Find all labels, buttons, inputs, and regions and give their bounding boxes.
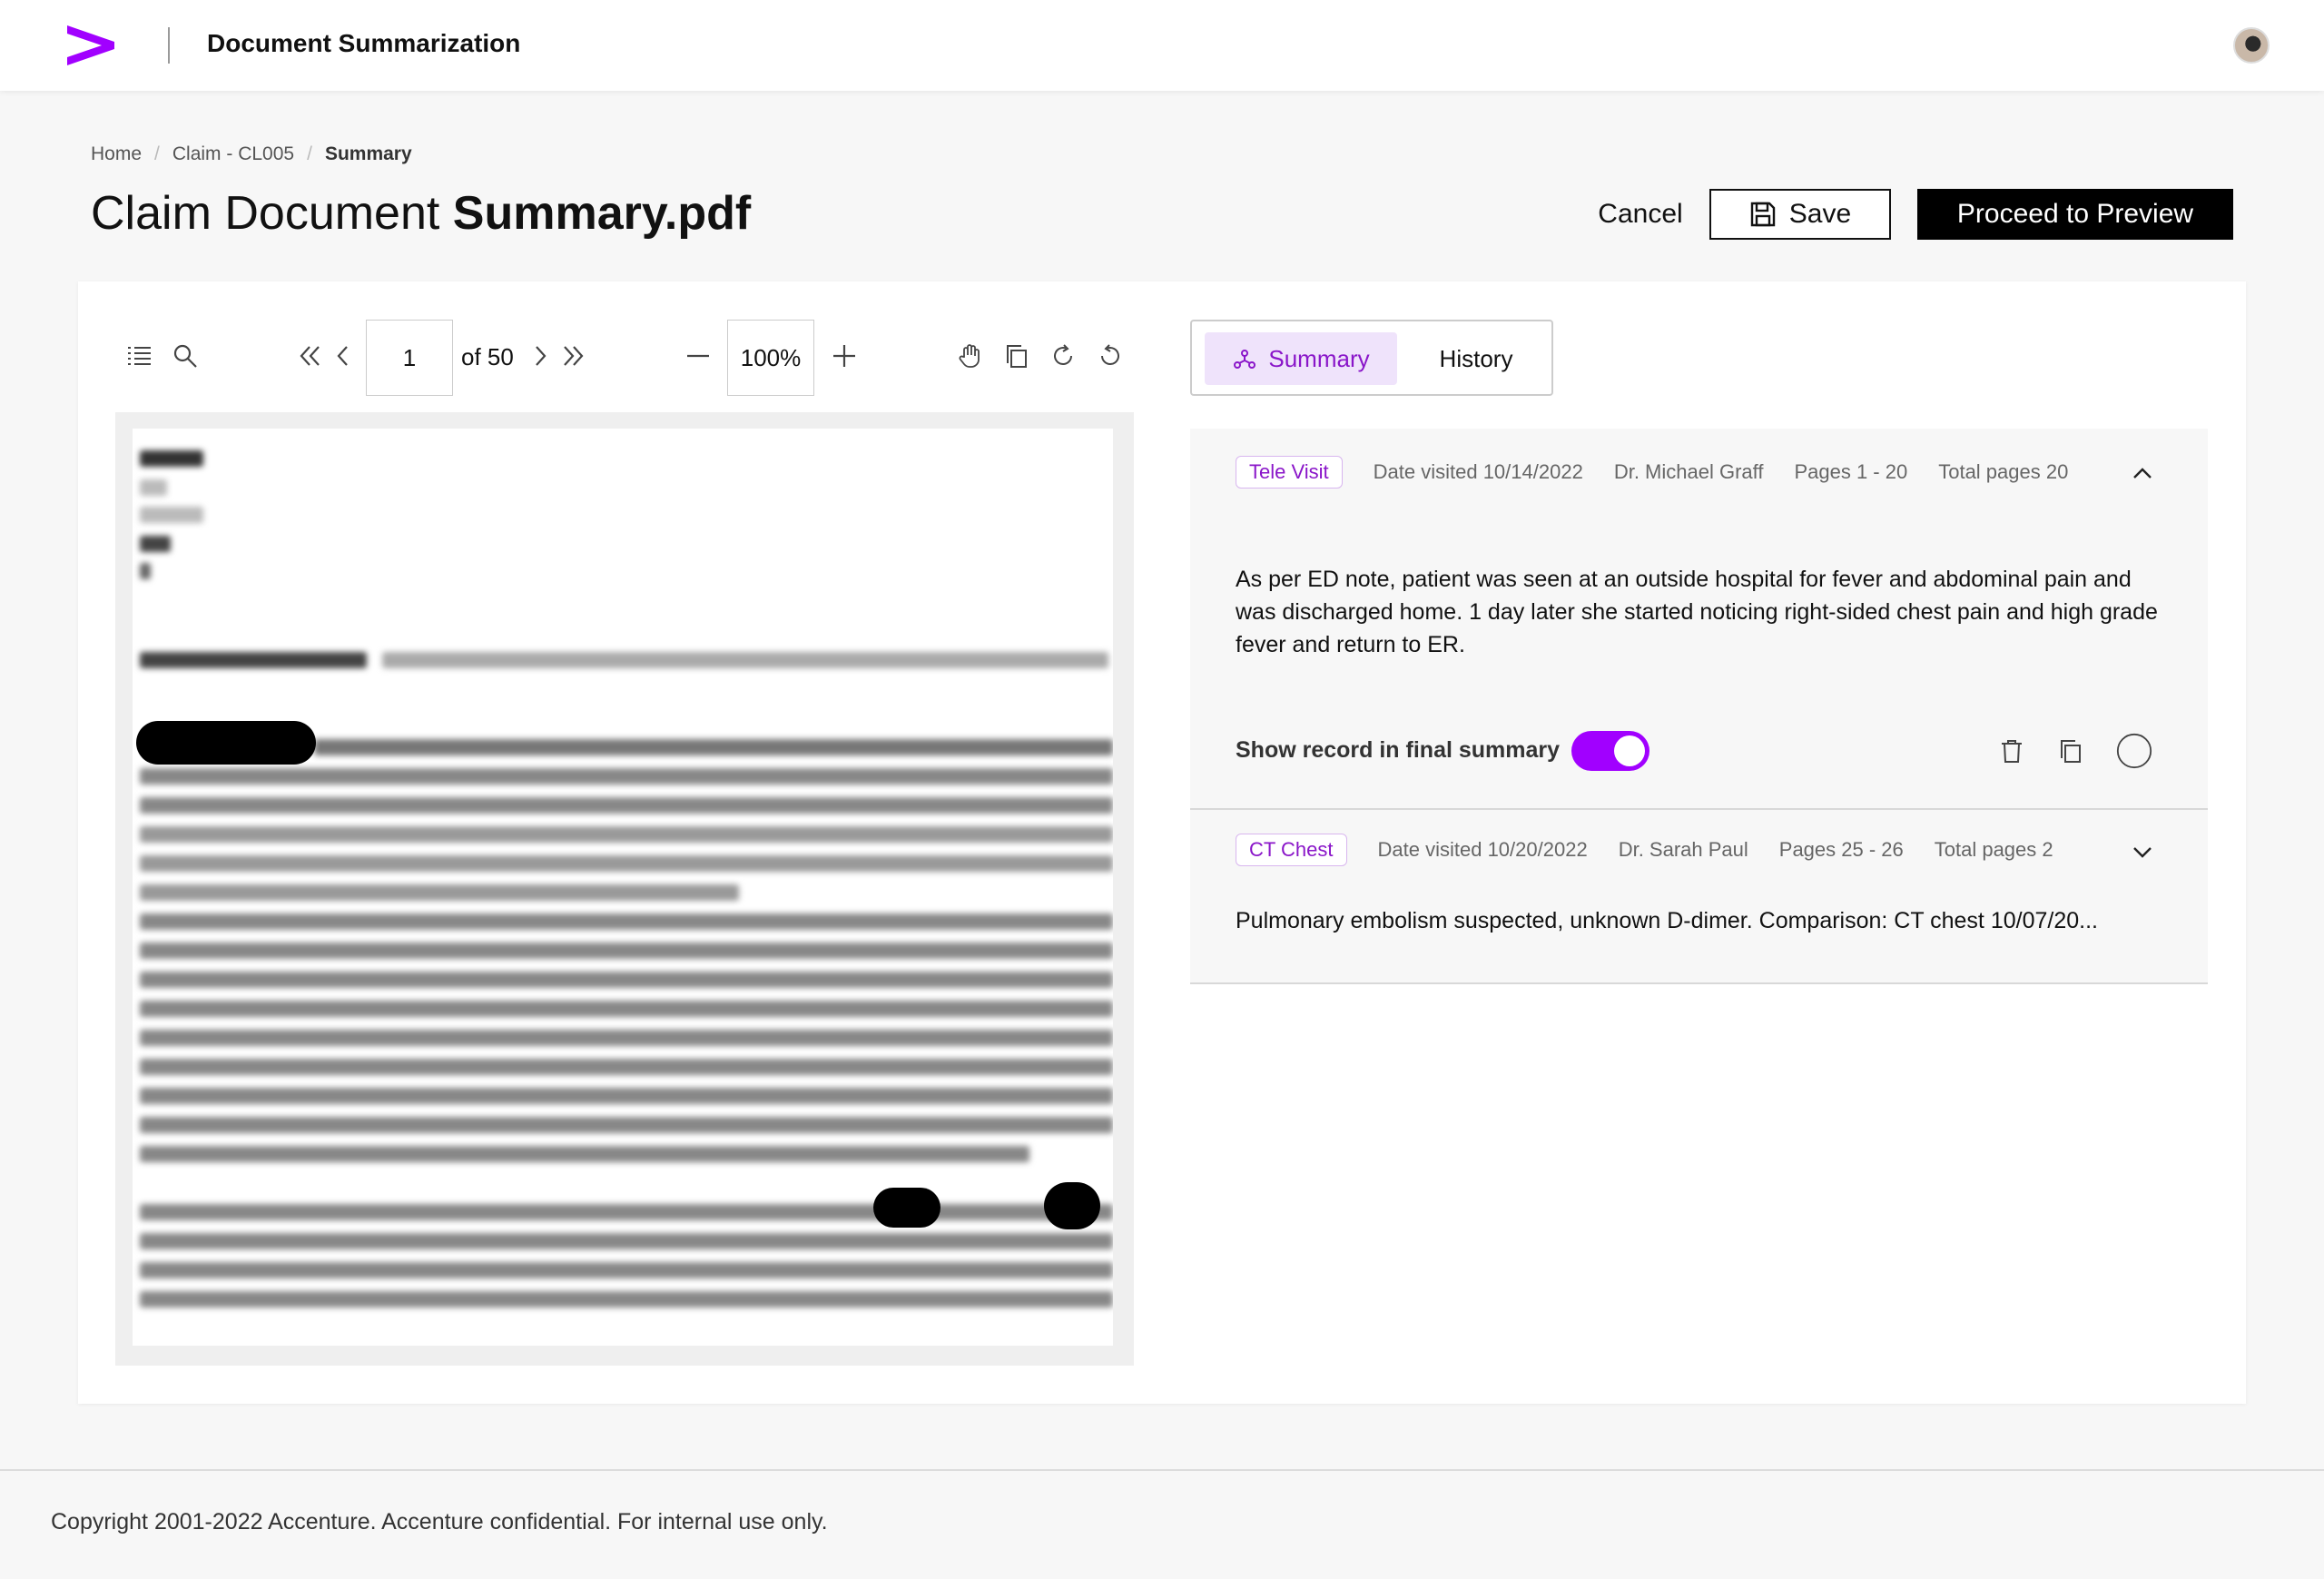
copy-page-icon[interactable]	[999, 338, 1035, 374]
delete-icon[interactable]	[1994, 733, 2030, 769]
record-doctor: Dr. Michael Graff	[1613, 460, 1764, 483]
page-count-label: of 50	[461, 343, 514, 370]
search-icon[interactable]	[167, 338, 203, 374]
breadcrumb-current: Summary	[324, 143, 412, 164]
redaction-mark	[136, 721, 316, 765]
summary-record: CT Chest Date visited 10/20/2022 Dr. Sar…	[1190, 810, 2208, 984]
show-in-summary-toggle[interactable]	[1571, 731, 1649, 771]
rotate-counterclockwise-icon[interactable]	[1092, 338, 1128, 374]
show-in-summary-label: Show record in final summary	[1236, 737, 1561, 763]
record-pages: Pages 25 - 26	[1778, 838, 1904, 861]
record-summary-text: Pulmonary embolism suspected, unknown D-…	[1236, 908, 2098, 933]
top-bar: Document Summarization	[0, 0, 2324, 91]
app-title: Document Summarization	[207, 29, 521, 57]
toggle-knob	[1614, 735, 1645, 766]
record-pages: Pages 1 - 20	[1794, 460, 1908, 483]
next-page-icon[interactable]	[522, 338, 558, 374]
user-avatar[interactable]	[2233, 27, 2270, 64]
record-total-pages: Total pages 20	[1938, 460, 2069, 483]
cancel-button[interactable]: Cancel	[1587, 189, 1694, 240]
record-date: Date visited 10/20/2022	[1377, 838, 1588, 861]
select-record-radio[interactable]	[2116, 733, 2152, 769]
footer-copyright: Copyright 2001-2022 Accenture. Accenture…	[51, 1509, 828, 1535]
tab-summary-label: Summary	[1268, 344, 1370, 372]
accenture-logo[interactable]	[65, 22, 116, 67]
save-button-label: Save	[1788, 199, 1852, 229]
record-doctor: Dr. Sarah Paul	[1618, 838, 1748, 861]
tab-summary[interactable]: Summary	[1205, 332, 1397, 385]
hand-tool-icon[interactable]	[952, 338, 989, 374]
last-page-icon[interactable]	[554, 338, 590, 374]
summary-history-tabs: Summary History	[1190, 320, 1553, 396]
pdf-page-preview	[133, 429, 1113, 1346]
summary-network-icon	[1234, 350, 1256, 369]
record-summary-text: As per ED note, patient was seen at an o…	[1236, 567, 2158, 657]
redaction-mark	[873, 1188, 940, 1228]
page-number-input[interactable]	[366, 320, 453, 396]
redaction-mark	[1044, 1182, 1100, 1229]
zoom-input[interactable]	[727, 320, 814, 396]
zoom-in-icon[interactable]	[826, 338, 862, 374]
record-type-tag: CT Chest	[1236, 834, 1347, 866]
record-meta: Tele Visit Date visited 10/14/2022 Dr. M…	[1236, 456, 2068, 489]
expand-chevron-down-icon[interactable]	[2124, 834, 2161, 870]
collapse-chevron-up-icon[interactable]	[2124, 456, 2161, 492]
proceed-to-preview-button[interactable]: Proceed to Preview	[1917, 189, 2233, 240]
record-date: Date visited 10/14/2022	[1373, 460, 1583, 483]
zoom-out-icon[interactable]	[680, 338, 716, 374]
breadcrumb: Home / Claim - CL005 / Summary	[91, 143, 412, 165]
footer-divider	[0, 1469, 2324, 1471]
record-meta: CT Chest Date visited 10/20/2022 Dr. Sar…	[1236, 834, 2053, 866]
tab-history[interactable]: History	[1408, 332, 1544, 385]
blurred-document-text	[133, 429, 1113, 1346]
record-total-pages: Total pages 2	[1934, 838, 2053, 861]
breadcrumb-home[interactable]: Home	[91, 143, 142, 165]
page-title-prefix: Claim Document	[91, 187, 440, 240]
previous-page-icon[interactable]	[325, 338, 361, 374]
summary-record: Tele Visit Date visited 10/14/2022 Dr. M…	[1190, 429, 2208, 810]
record-type-tag: Tele Visit	[1236, 456, 1343, 489]
first-page-icon[interactable]	[293, 338, 330, 374]
save-icon	[1750, 202, 1775, 227]
breadcrumb-claim[interactable]: Claim - CL005	[172, 143, 294, 165]
copy-record-icon[interactable]	[2053, 733, 2089, 769]
header-divider	[168, 27, 170, 64]
page-title-file: Summary.pdf	[452, 187, 752, 240]
page-title: Claim Document Summary.pdf	[91, 186, 751, 241]
outline-list-icon[interactable]	[121, 338, 157, 374]
breadcrumb-separator: /	[307, 143, 312, 164]
rotate-clockwise-icon[interactable]	[1045, 338, 1081, 374]
save-button[interactable]: Save	[1709, 189, 1891, 240]
breadcrumb-separator: /	[154, 143, 160, 164]
